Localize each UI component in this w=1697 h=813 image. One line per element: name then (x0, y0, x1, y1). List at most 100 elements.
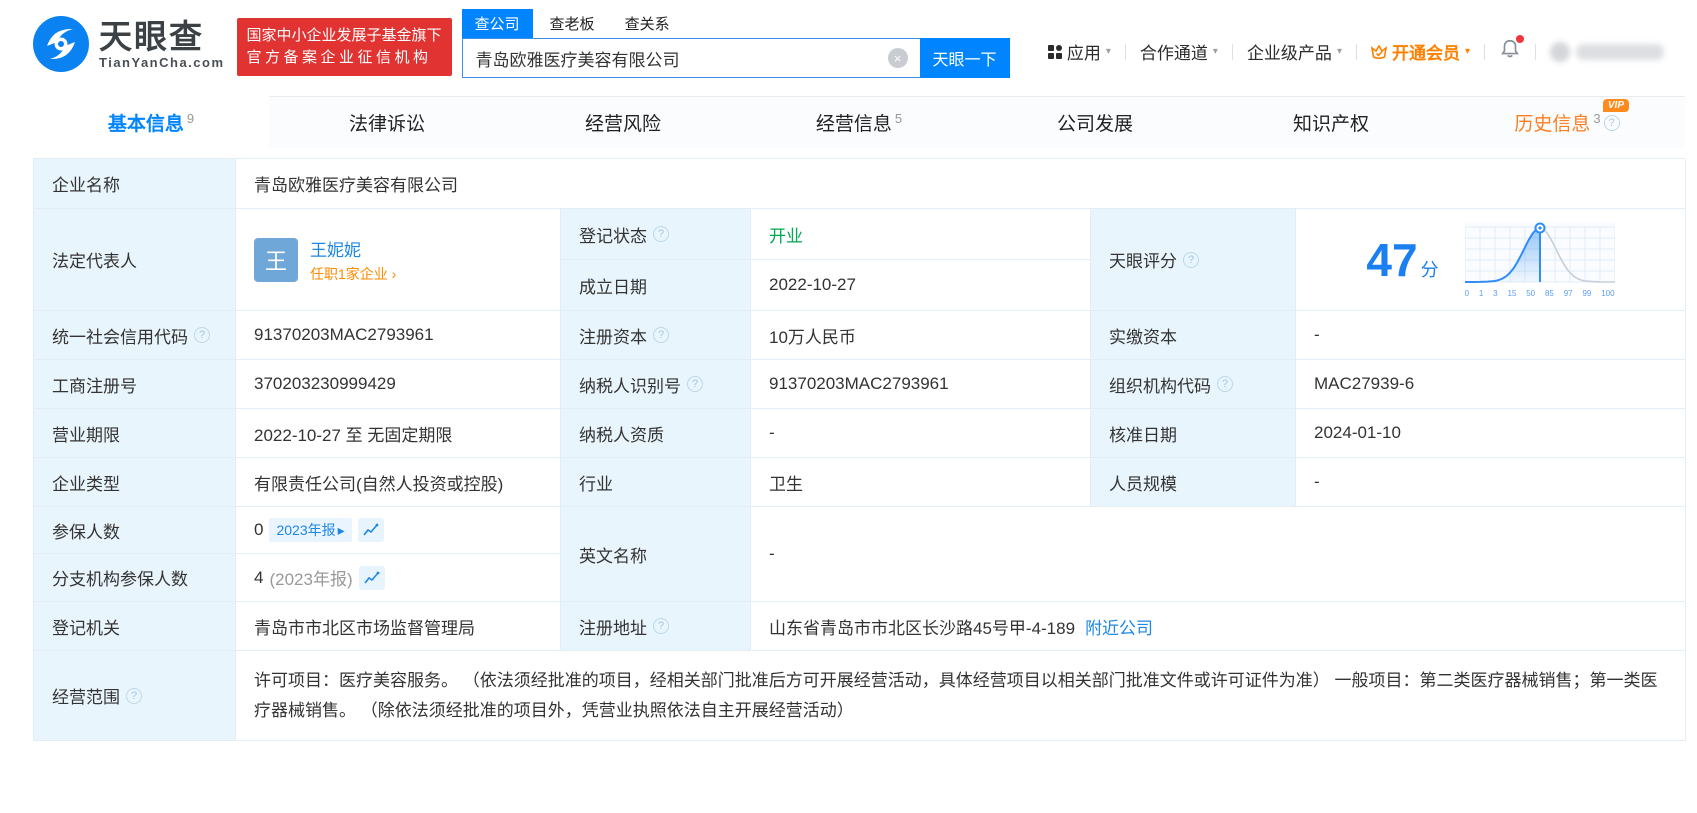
tab-business-risk[interactable]: 经营风险 (505, 96, 741, 148)
field-value-registered-address: 山东省青岛市市北区长沙路45号甲-4-189 附近公司 (751, 602, 1686, 651)
nav-open-vip[interactable]: 开通会员 ▾ (1370, 39, 1470, 64)
nav-apps[interactable]: 应用 ▾ (1047, 39, 1111, 64)
help-icon[interactable]: ? (653, 327, 669, 343)
nav-divider (1355, 43, 1357, 60)
annual-report-link[interactable]: 2023年报 ▸ (269, 518, 352, 542)
field-value-business-scope: 许可项目：医疗美容服务。 （依法须经批准的项目，经相关部门批准后方可开展经营活动… (236, 651, 1686, 741)
nav-enterprise-products[interactable]: 企业级产品 ▾ (1247, 39, 1342, 64)
nav-divider (1231, 43, 1233, 60)
field-value-staff-size: - (1296, 458, 1686, 507)
field-label-company-name: 企业名称 (34, 159, 236, 209)
field-value-business-term: 2022-10-27 至 无固定期限 (236, 409, 561, 458)
score-value: 47 分 (1366, 233, 1439, 286)
field-value-english-name: - (751, 507, 1686, 602)
help-icon[interactable]: ? (687, 376, 703, 392)
field-value-taxpayer-qualification: - (751, 409, 1091, 458)
field-label-business-term: 营业期限 (34, 409, 236, 458)
search-input[interactable] (461, 38, 920, 78)
clear-search-icon[interactable]: × (887, 48, 908, 68)
branch-insured-trend-chart-icon[interactable] (358, 565, 385, 590)
field-value-insured-count: 0 2023年报 ▸ (236, 507, 561, 554)
chevron-down-icon: ▾ (1105, 46, 1111, 57)
field-value-legal-representative: 王 王妮妮 任职1家企业 › (236, 209, 561, 311)
legal-rep-tenure-link[interactable]: 任职1家企业 › (310, 264, 396, 284)
field-label-registration-authority: 登记机关 (34, 602, 236, 651)
search-tabs: 查公司 查老板 查关系 (461, 9, 1010, 38)
field-value-registration-number: 370203230999429 (236, 360, 561, 409)
vip-badge: VIP (1602, 99, 1629, 112)
field-label-paid-in-capital: 实缴资本 (1091, 311, 1296, 360)
nav-divider (1484, 43, 1485, 60)
field-value-organization-code: MAC27939-6 (1296, 360, 1686, 409)
score-bell-curve-chart: 0 1 3 15 50 85 97 99 100 (1464, 221, 1615, 298)
field-label-organization-code: 组织机构代码? (1091, 360, 1296, 409)
field-label-taxpayer-qualification: 纳税人资质 (561, 409, 751, 458)
search-tab-relation[interactable]: 查关系 (612, 9, 683, 38)
badge-line1: 国家中小企业发展子基金旗下 (246, 27, 442, 44)
chevron-down-icon: ▾ (1464, 46, 1470, 57)
field-label-branch-insured-count: 分支机构参保人数 (34, 554, 236, 602)
field-label-registration-status: 登记状态? (561, 209, 751, 260)
nav-divider (1124, 43, 1126, 60)
tab-intellectual-property[interactable]: 知识产权 (1213, 96, 1449, 148)
site-header: 天眼查 TianYanCha.com 国家中小企业发展子基金旗下 官方备案企业征… (0, 0, 1697, 96)
field-value-registration-authority: 青岛市市北区市场监督管理局 (236, 602, 561, 651)
help-icon[interactable]: ? (194, 327, 210, 343)
nearby-companies-link[interactable]: 附近公司 (1085, 614, 1153, 639)
section-tab-bar: 基本信息 9 法律诉讼 经营风险 经营信息 5 公司发展 知识产权 VIP 历史信息… (33, 96, 1685, 148)
search-area: 查公司 查老板 查关系 × 天眼一下 (461, 9, 1010, 78)
legal-rep-avatar[interactable]: 王 (254, 237, 298, 282)
field-label-taxpayer-id: 纳税人识别号? (561, 360, 751, 409)
tab-legal-proceedings[interactable]: 法律诉讼 (269, 96, 505, 148)
field-value-branch-insured-count: 4 (2023年报) (236, 554, 561, 602)
user-avatar[interactable] (1550, 41, 1664, 62)
help-icon[interactable]: ? (126, 687, 142, 704)
field-label-registered-capital: 注册资本? (561, 311, 751, 360)
annual-report-note: (2023年报) (269, 570, 353, 589)
badge-line2: 官方备案企业征信机构 (246, 49, 432, 66)
score-chart-ticks: 0 1 3 15 50 85 97 99 100 (1464, 288, 1615, 298)
field-label-legal-representative: 法定代表人 (34, 209, 236, 311)
field-label-registration-number: 工商注册号 (34, 360, 236, 409)
field-label-approval-date: 核准日期 (1091, 409, 1296, 458)
field-label-staff-size: 人员规模 (1091, 458, 1296, 507)
chevron-down-icon: ▾ (1212, 46, 1218, 57)
search-button[interactable]: 天眼一下 (919, 38, 1010, 78)
tianyan-score-cell: 47 分 0 1 3 15 50 85 97 99 100 (1296, 209, 1686, 311)
basic-info-table: 企业名称 青岛欧雅医疗美容有限公司 法定代表人 王 王妮妮 任职1家企业 › 登… (33, 158, 1686, 741)
logo[interactable]: 天眼查 TianYanCha.com (33, 16, 225, 72)
help-icon[interactable]: ? (1217, 376, 1233, 392)
help-icon[interactable]: ? (1603, 114, 1620, 131)
field-label-insured-count: 参保人数 (34, 507, 236, 554)
insured-trend-chart-icon[interactable] (357, 518, 384, 542)
certification-badge: 国家中小企业发展子基金旗下 官方备案企业征信机构 (236, 18, 452, 76)
field-value-taxpayer-id: 91370203MAC2793961 (751, 360, 1091, 409)
tab-history-info[interactable]: VIP 历史信息 3 ? (1449, 96, 1685, 148)
field-label-company-type: 企业类型 (34, 458, 236, 507)
field-label-credit-code: 统一社会信用代码? (34, 311, 236, 360)
help-icon[interactable]: ? (1183, 251, 1199, 268)
field-value-credit-code: 91370203MAC2793961 (236, 311, 561, 360)
help-icon[interactable]: ? (653, 226, 669, 242)
nav-divider (1535, 43, 1536, 60)
field-label-business-scope: 经营范围? (34, 651, 236, 741)
field-value-company-name: 青岛欧雅医疗美容有限公司 (236, 159, 1686, 209)
field-value-industry: 卫生 (751, 458, 1091, 507)
tab-company-development[interactable]: 公司发展 (977, 96, 1213, 148)
field-label-tianyan-score: 天眼评分? (1091, 209, 1296, 311)
field-value-registration-status: 开业 (751, 209, 1091, 260)
caret-right-icon: ▸ (337, 521, 345, 538)
notifications-bell-icon[interactable] (1499, 35, 1524, 65)
brand-domain: TianYanCha.com (99, 54, 225, 70)
search-tab-company[interactable]: 查公司 (461, 9, 533, 38)
field-label-industry: 行业 (561, 458, 751, 507)
help-icon[interactable]: ? (653, 618, 669, 634)
nav-partner-channel[interactable]: 合作通道 ▾ (1140, 39, 1218, 64)
field-value-approval-date: 2024-01-10 (1296, 409, 1686, 458)
legal-rep-name-link[interactable]: 王妮妮 (310, 236, 396, 261)
search-tab-boss[interactable]: 查老板 (537, 9, 608, 38)
brand-name: 天眼查 (99, 17, 204, 55)
field-label-english-name: 英文名称 (561, 507, 751, 602)
tab-basic-info[interactable]: 基本信息 9 (33, 96, 269, 148)
tab-business-info[interactable]: 经营信息 5 (741, 96, 977, 148)
